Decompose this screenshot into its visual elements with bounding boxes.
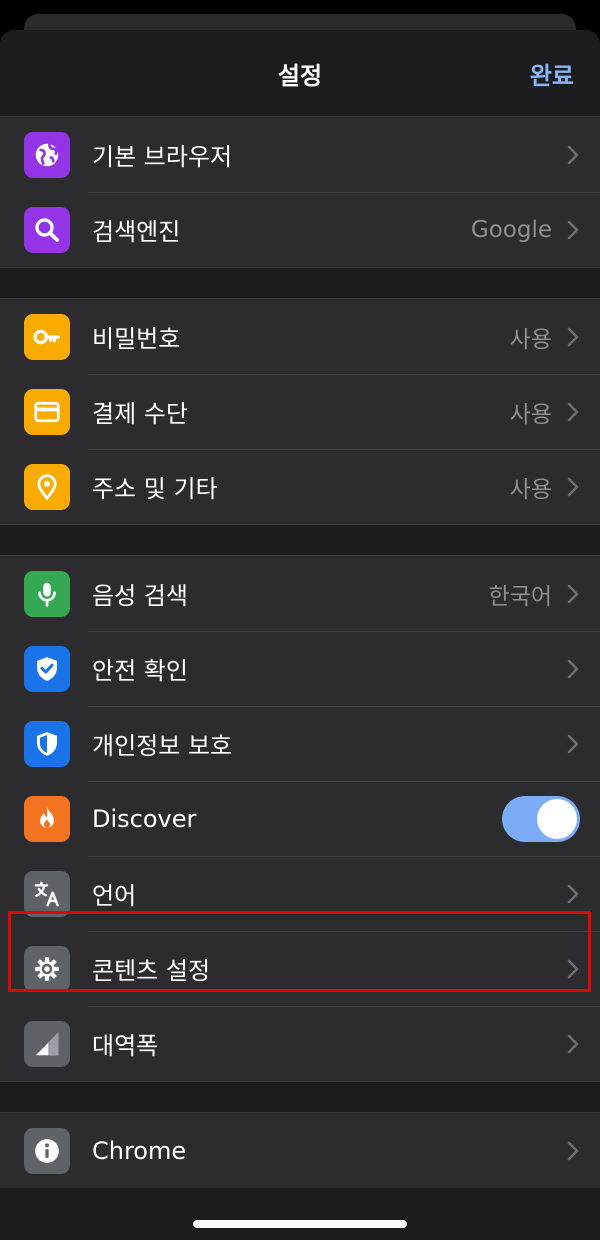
section-gap (0, 524, 600, 556)
row-label: 주소 및 기타 (92, 475, 218, 503)
chevron-right-icon (567, 145, 579, 164)
settings-row-addresses[interactable]: 주소 및 기타 사용 (0, 449, 600, 524)
chevron-right-icon (567, 659, 579, 678)
row-label: 개인정보 보호 (92, 732, 233, 760)
settings-row-search-engine[interactable]: 검색엔진 Google (0, 192, 600, 267)
key-icon (24, 313, 70, 360)
row-label: 콘텐츠 설정 (92, 957, 211, 985)
settings-sheet: 설정 완료 기본 브라우저 검색엔진 Google 비밀번호 사용 결제 수단 … (0, 30, 600, 1240)
done-button[interactable]: 완료 (530, 56, 574, 91)
row-label: 대역폭 (92, 1032, 159, 1060)
section-gap (0, 1081, 600, 1113)
row-label: 안전 확인 (92, 657, 188, 685)
page-title: 설정 (277, 62, 323, 90)
row-label: Discover (92, 804, 197, 833)
row-value: Google (470, 216, 552, 243)
row-label: 언어 (92, 882, 137, 910)
settings-row-chrome[interactable]: Chrome (0, 1113, 600, 1188)
home-indicator (193, 1220, 407, 1228)
translate-icon (24, 870, 70, 917)
row-label: 기본 브라우저 (92, 143, 233, 171)
credit-card-icon (24, 388, 70, 435)
row-value: 사용 (509, 476, 552, 503)
settings-group-browser: 기본 브라우저 검색엔진 Google (0, 117, 600, 267)
discover-toggle[interactable] (502, 795, 580, 842)
signal-icon (24, 1020, 70, 1067)
chevron-right-icon (567, 884, 579, 903)
row-label: 비밀번호 (92, 325, 181, 353)
chevron-right-icon (567, 734, 579, 753)
settings-group-advanced: 음성 검색 한국어 안전 확인 개인정보 보호 Discover 언어 콘텐츠 … (0, 556, 600, 1081)
chevron-right-icon (567, 959, 579, 978)
settings-row-payment-methods[interactable]: 결제 수단 사용 (0, 374, 600, 449)
search-icon (24, 206, 70, 253)
row-value: 한국어 (488, 583, 552, 610)
globe-icon (24, 131, 70, 178)
flame-icon (24, 795, 70, 842)
row-label: 검색엔진 (92, 218, 181, 246)
chevron-right-icon (567, 220, 579, 239)
row-value: 사용 (509, 326, 552, 353)
nav-bar: 설정 완료 (0, 30, 600, 117)
microphone-icon (24, 570, 70, 617)
chevron-right-icon (567, 1034, 579, 1053)
shield-check-icon (24, 645, 70, 692)
location-pin-icon (24, 463, 70, 510)
settings-row-content-settings[interactable]: 콘텐츠 설정 (0, 931, 600, 1006)
settings-group-autofill: 비밀번호 사용 결제 수단 사용 주소 및 기타 사용 (0, 299, 600, 524)
shield-icon (24, 720, 70, 767)
row-label: 결제 수단 (92, 400, 188, 428)
section-gap (0, 267, 600, 299)
row-value: 사용 (509, 401, 552, 428)
chevron-right-icon (567, 477, 579, 496)
settings-row-default-browser[interactable]: 기본 브라우저 (0, 117, 600, 192)
settings-row-safety-check[interactable]: 안전 확인 (0, 631, 600, 706)
chevron-right-icon (567, 584, 579, 603)
chevron-right-icon (567, 327, 579, 346)
chevron-right-icon (567, 1141, 579, 1160)
settings-row-languages[interactable]: 언어 (0, 856, 600, 931)
settings-row-privacy[interactable]: 개인정보 보호 (0, 706, 600, 781)
toggle-knob (537, 798, 577, 839)
settings-row-passwords[interactable]: 비밀번호 사용 (0, 299, 600, 374)
row-label: Chrome (92, 1136, 187, 1165)
settings-row-voice-search[interactable]: 음성 검색 한국어 (0, 556, 600, 631)
gear-icon (24, 945, 70, 992)
settings-row-discover: Discover (0, 781, 600, 856)
settings-row-bandwidth[interactable]: 대역폭 (0, 1006, 600, 1081)
chevron-right-icon (567, 402, 579, 421)
settings-group-about: Chrome (0, 1113, 600, 1188)
info-icon (24, 1127, 70, 1174)
row-label: 음성 검색 (92, 582, 188, 610)
